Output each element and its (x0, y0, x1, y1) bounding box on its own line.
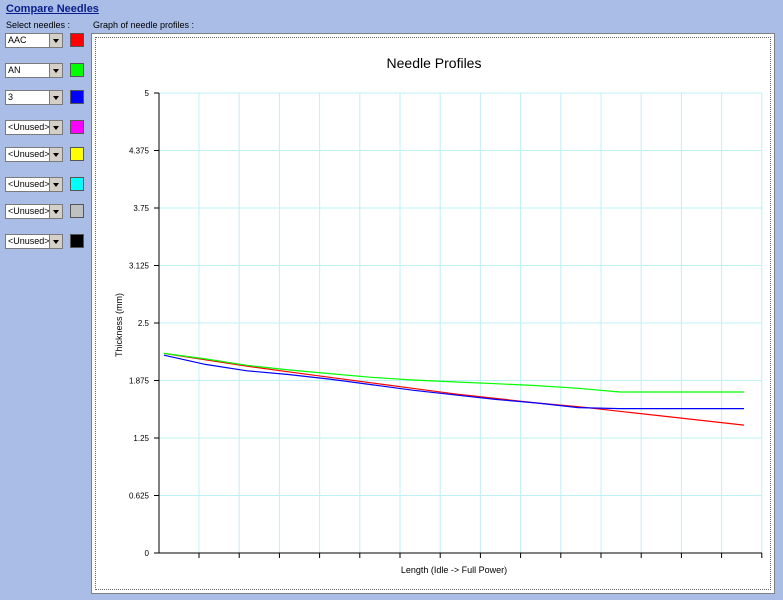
graph-frame: Needle Profiles Length (Idle -> Full Pow… (95, 37, 771, 590)
page-title[interactable]: Compare Needles (6, 3, 99, 15)
dropdown-arrow-icon[interactable] (49, 235, 62, 248)
y-tick-label: 1.25 (133, 434, 149, 443)
needle-select[interactable]: 3 (5, 90, 63, 105)
dropdown-arrow-icon[interactable] (49, 91, 62, 104)
needle-select[interactable]: <Unused> (5, 177, 63, 192)
color-swatch[interactable] (70, 63, 84, 77)
series-line (163, 352, 745, 426)
y-tick-label: 5 (145, 89, 150, 98)
dropdown-arrow-icon[interactable] (49, 121, 62, 134)
needle-row: 3 (5, 90, 87, 106)
needle-select-value: <Unused> (8, 179, 50, 189)
needle-select[interactable]: <Unused> (5, 204, 63, 219)
y-axis-label: Thickness (mm) (114, 293, 124, 357)
needle-select[interactable]: AAC (5, 33, 63, 48)
needle-select-value: <Unused> (8, 149, 50, 159)
needle-select[interactable]: AN (5, 63, 63, 78)
needle-profiles-chart: Needle Profiles Length (Idle -> Full Pow… (114, 55, 763, 575)
needle-select-value: AAC (8, 35, 27, 45)
needle-select-value: <Unused> (8, 122, 50, 132)
color-swatch[interactable] (70, 90, 84, 104)
y-tick-label: 0 (145, 549, 150, 558)
needle-row: <Unused> (5, 234, 87, 250)
color-swatch[interactable] (70, 147, 84, 161)
graph-panel: Needle Profiles Length (Idle -> Full Pow… (91, 33, 775, 594)
needle-row: AN (5, 63, 87, 79)
y-tick-label: 4.375 (129, 147, 150, 156)
y-tick-label: 1.875 (129, 377, 150, 386)
needle-row: <Unused> (5, 204, 87, 220)
needle-select-value: <Unused> (8, 206, 50, 216)
needle-row: <Unused> (5, 147, 87, 163)
needle-select-value: AN (8, 65, 21, 75)
color-swatch[interactable] (70, 234, 84, 248)
color-swatch[interactable] (70, 120, 84, 134)
dropdown-arrow-icon[interactable] (49, 64, 62, 77)
dropdown-arrow-icon[interactable] (49, 178, 62, 191)
needle-select[interactable]: <Unused> (5, 120, 63, 135)
needle-select-value: 3 (8, 92, 14, 102)
graph-label: Graph of needle profiles : (93, 20, 195, 30)
needle-row: <Unused> (5, 120, 87, 136)
x-axis-label: Length (Idle -> Full Power) (401, 565, 507, 575)
needle-row: AAC (5, 33, 87, 49)
dropdown-arrow-icon[interactable] (49, 148, 62, 161)
select-needles-label: Select needles : (6, 20, 71, 30)
needle-select-value: <Unused> (8, 236, 50, 246)
needle-select[interactable]: <Unused> (5, 147, 63, 162)
dropdown-arrow-icon[interactable] (49, 34, 62, 47)
dropdown-arrow-icon[interactable] (49, 205, 62, 218)
y-tick-label: 0.625 (129, 492, 150, 501)
y-tick-label: 3.75 (133, 204, 149, 213)
needle-select[interactable]: <Unused> (5, 234, 63, 249)
needle-row: <Unused> (5, 177, 87, 193)
y-tick-label: 3.125 (129, 262, 150, 271)
color-swatch[interactable] (70, 177, 84, 191)
y-tick-label: 2.5 (138, 319, 150, 328)
chart-title: Needle Profiles (387, 55, 482, 71)
series-line (163, 352, 744, 393)
color-swatch[interactable] (70, 204, 84, 218)
color-swatch[interactable] (70, 33, 84, 47)
